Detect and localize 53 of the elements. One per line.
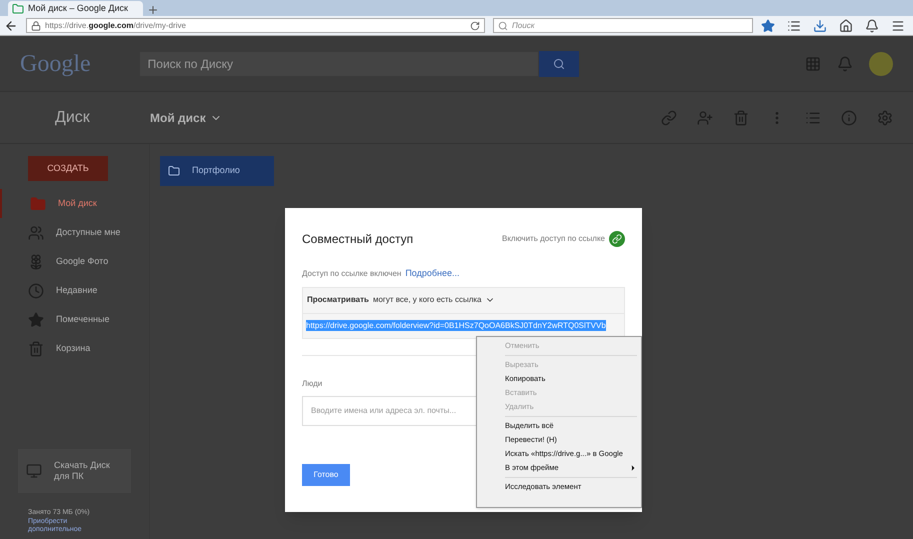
link-share-button[interactable] [609,231,625,247]
sidebar-item[interactable]: Мой диск [0,189,149,218]
create-button[interactable]: СОЗДАТЬ [28,156,108,181]
permission-dropdown[interactable]: Просматривать могут все, у кого есть ссылка [303,288,624,314]
bell-icon[interactable] [865,18,879,32]
people-icon [28,224,44,240]
download-banner[interactable]: Скачать Диск для ПК [18,448,131,493]
browser-tab[interactable]: Мой диск – Google Диск [8,1,143,16]
link-icon [612,234,622,244]
menu-icon[interactable] [891,18,905,32]
link-toggle-text[interactable]: Включить доступ по ссылке [502,233,605,245]
reading-list-icon[interactable] [787,18,801,32]
lock-icon [31,20,41,30]
sidebar-item[interactable]: Помеченные [0,305,149,334]
address-field[interactable]: https://drive.google.com/drive/my-drive [26,18,485,33]
sidebar-item[interactable]: Недавние [0,276,149,305]
avatar[interactable] [869,52,893,76]
folder-icon [30,196,46,212]
people-input-field[interactable]: Вводите имена или адреса эл. почты... [302,396,477,426]
flower-icon [28,254,44,270]
share-link-field[interactable]: https://drive.google.com/folderview?id=0B1HSz7QoOA6BkSJ0TdnY2wRTQ0SlTVVb [306,320,606,331]
drive-search-field[interactable]: Поиск по Диску [138,50,539,76]
url-text: https://drive.google.com/drive/my-drive [45,20,186,32]
more-link[interactable]: Подробнее... [405,267,460,280]
done-button[interactable]: Готово [302,464,350,486]
browser-search-field[interactable]: Поиск [493,18,753,33]
download-icon[interactable] [813,18,827,32]
home-icon[interactable] [839,18,853,32]
folder-icon [168,165,180,177]
trash-icon [28,340,44,356]
app-title: Диск [54,108,91,128]
dialog-title: Совместный доступ [302,231,414,248]
breadcrumb-dropdown[interactable]: Мой диск [150,108,222,126]
download-text: Скачать Диск для ПК [54,460,111,482]
link-status-text: Доступ по ссылке включен [302,268,402,280]
sidebar-item[interactable]: Google Фото [0,247,149,276]
people-label: Люди [302,378,322,390]
bookmark-icon[interactable] [761,18,775,32]
google-logo: Google [20,50,91,78]
submenu-arrow-icon [629,464,637,472]
search-button[interactable] [538,50,579,76]
folder-tile[interactable]: Портфолио [160,156,274,186]
reload-icon[interactable] [470,20,480,30]
monitor-icon [26,462,42,479]
search-icon [498,20,508,30]
star-icon [28,312,44,328]
search-icon [552,58,565,70]
new-tab-icon[interactable] [147,4,159,16]
clock-icon [28,282,44,298]
drive-icon [12,2,24,14]
back-icon[interactable] [4,18,18,32]
sidebar-item[interactable]: Доступные мне [0,218,149,247]
sidebar-item[interactable]: Корзина [0,334,149,363]
